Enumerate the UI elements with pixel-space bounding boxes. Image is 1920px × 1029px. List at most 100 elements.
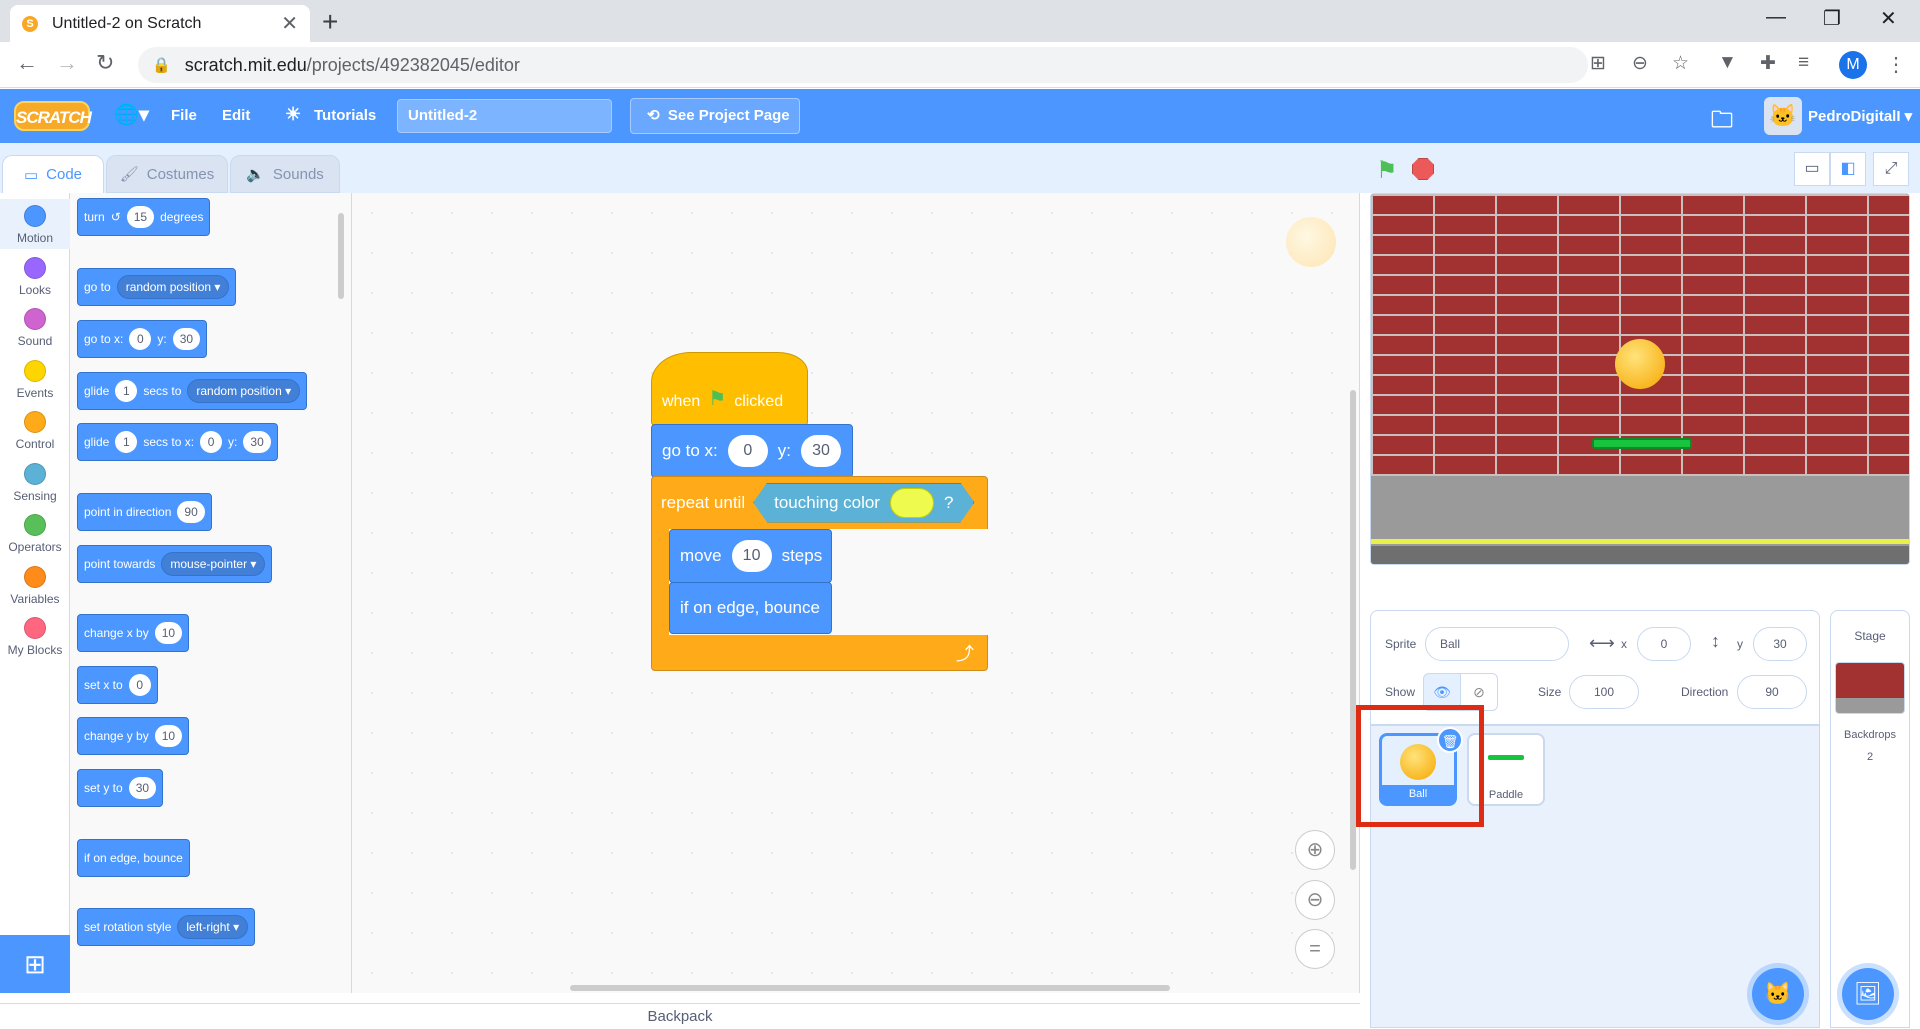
glide-secs-value[interactable]: 1: [115, 380, 138, 402]
point-dir-value[interactable]: 90: [177, 501, 205, 523]
y-input[interactable]: 30: [1753, 627, 1807, 661]
zoom-out-button[interactable]: ⊖: [1295, 880, 1335, 920]
project-title-input[interactable]: Untitled-2: [397, 99, 612, 133]
maximize-icon[interactable]: ❐: [1823, 6, 1841, 31]
palette-block-change-x[interactable]: change x by 10: [77, 614, 190, 652]
sprite-name-input[interactable]: Ball: [1425, 627, 1569, 661]
set-y-value[interactable]: 30: [128, 777, 157, 799]
zoom-reset-button[interactable]: =: [1295, 929, 1335, 969]
backdrop-thumbnail[interactable]: [1835, 662, 1905, 714]
url-field[interactable]: 🔒 scratch.mit.edu/projects/492382045/edi…: [138, 47, 1588, 83]
reload-icon[interactable]: ↻: [96, 50, 114, 76]
username-menu[interactable]: PedroDigitalI ▾: [1808, 107, 1912, 125]
set-x-value[interactable]: 0: [128, 674, 151, 696]
close-tab-icon[interactable]: ✕: [281, 11, 298, 36]
new-tab-icon[interactable]: +: [322, 6, 338, 38]
back-icon[interactable]: ←: [16, 50, 38, 76]
edit-menu[interactable]: Edit: [222, 107, 250, 124]
palette-block-change-y[interactable]: change y by 10: [77, 717, 190, 755]
paddle-sprite[interactable]: [1592, 438, 1692, 449]
palette-block-rotation-style[interactable]: set rotation style left-right ▾: [77, 908, 256, 946]
tab-costumes[interactable]: 🖌 Costumes: [106, 155, 228, 193]
category-motion[interactable]: Motion: [0, 199, 70, 249]
fullscreen-button[interactable]: ⤢: [1873, 152, 1909, 186]
palette-block-go-to-xy[interactable]: go to x: 0 y: 30: [77, 320, 208, 358]
choose-backdrop-icon[interactable]: 🖼: [1842, 968, 1894, 1020]
palette-block-point-direction[interactable]: point in direction 90: [77, 493, 212, 531]
palette-block-go-to[interactable]: go to random position ▾: [77, 268, 237, 306]
when-flag-clicked-block[interactable]: when ⚑ clicked: [651, 352, 808, 426]
palette-block-set-y[interactable]: set y to 30: [77, 769, 164, 807]
rotation-dropdown[interactable]: left-right ▾: [177, 915, 249, 939]
x-input[interactable]: 0: [1637, 627, 1691, 661]
palette-block-glide-xy[interactable]: glide 1 secs to x: 0 y: 30: [77, 423, 278, 461]
touching-color-block[interactable]: touching color ?: [753, 483, 974, 523]
category-my-blocks[interactable]: My Blocks: [0, 611, 70, 661]
script-move-value[interactable]: 10: [731, 540, 772, 572]
extensions-puzzle-icon[interactable]: ✚: [1760, 52, 1776, 75]
change-y-value[interactable]: 10: [154, 725, 183, 747]
glide-y-value[interactable]: 30: [243, 431, 271, 453]
close-window-icon[interactable]: ✕: [1880, 6, 1897, 31]
glide-x-value[interactable]: 0: [200, 431, 223, 453]
gotoxy-x-value[interactable]: 0: [129, 328, 152, 350]
ball-sprite[interactable]: [1615, 339, 1665, 389]
glide-target-dropdown[interactable]: random position ▾: [187, 379, 301, 403]
choose-sprite-cat-icon[interactable]: 🐱: [1752, 968, 1804, 1020]
media-icon[interactable]: ≡: [1798, 52, 1809, 74]
profile-avatar[interactable]: M: [1839, 51, 1867, 79]
language-globe-icon[interactable]: 🌐▾: [114, 102, 149, 127]
edge-bounce-block[interactable]: if on edge, bounce: [669, 582, 832, 634]
bookmark-star-icon[interactable]: ☆: [1672, 52, 1689, 75]
browser-menu-icon[interactable]: ⋮: [1886, 52, 1906, 77]
extension-v-icon[interactable]: ▼: [1718, 52, 1737, 74]
translate-icon[interactable]: ⊞: [1590, 52, 1606, 75]
minimize-icon[interactable]: —: [1766, 6, 1786, 29]
see-project-page-button[interactable]: ⟲ See Project Page: [630, 98, 800, 134]
zoom-in-button[interactable]: ⊕: [1295, 830, 1335, 870]
tutorials-menu[interactable]: Tutorials: [314, 107, 376, 124]
category-events[interactable]: Events: [0, 354, 70, 404]
palette-block-turn[interactable]: turn ↺ 15 degrees: [77, 198, 211, 236]
point-towards-dropdown[interactable]: mouse-pointer ▾: [161, 552, 266, 576]
go-to-xy-block[interactable]: go to x: 0 y: 30: [651, 424, 853, 478]
glide2-secs-value[interactable]: 1: [115, 431, 138, 453]
backpack-bar[interactable]: Backpack: [0, 1003, 1360, 1028]
move-steps-block[interactable]: move 10 steps: [669, 529, 832, 583]
turn-value[interactable]: 15: [126, 206, 155, 228]
category-variables[interactable]: Variables: [0, 560, 70, 610]
palette-block-glide-to[interactable]: glide 1 secs to random position ▾: [77, 372, 308, 410]
palette-block-set-x[interactable]: set x to 0: [77, 666, 158, 704]
gotoxy-y-value[interactable]: 30: [172, 328, 201, 350]
script-goto-x-value[interactable]: 0: [727, 435, 768, 467]
stop-button[interactable]: [1412, 158, 1434, 180]
small-stage-button[interactable]: ▭: [1794, 152, 1830, 186]
palette-block-edge-bounce[interactable]: if on edge, bounce: [77, 839, 190, 877]
scratch-logo[interactable]: SCRATCH: [14, 101, 92, 131]
script-goto-y-value[interactable]: 30: [801, 435, 841, 467]
file-menu[interactable]: File: [171, 107, 197, 124]
tab-code[interactable]: ▭ Code: [2, 155, 104, 193]
normal-stage-button[interactable]: ◧: [1830, 152, 1866, 186]
forward-icon[interactable]: →: [56, 50, 78, 76]
direction-input[interactable]: 90: [1737, 675, 1807, 709]
my-stuff-folder-icon[interactable]: 🗀: [1711, 103, 1733, 141]
category-sound[interactable]: Sound: [0, 302, 70, 352]
category-operators[interactable]: Operators: [0, 508, 70, 558]
change-x-value[interactable]: 10: [154, 622, 183, 644]
green-flag-button[interactable]: ⚑: [1376, 156, 1398, 185]
goto-target-dropdown[interactable]: random position ▾: [116, 275, 230, 299]
category-control[interactable]: Control: [0, 405, 70, 455]
palette-block-point-towards[interactable]: point towards mouse-pointer ▾: [77, 545, 273, 583]
category-sensing[interactable]: Sensing: [0, 457, 70, 507]
tab-sounds[interactable]: 🔈 Sounds: [230, 155, 340, 193]
category-looks[interactable]: Looks: [0, 251, 70, 301]
size-input[interactable]: 100: [1569, 675, 1639, 709]
workspace-horizontal-scrollbar[interactable]: [570, 985, 1170, 991]
user-avatar[interactable]: 🐱: [1764, 97, 1802, 135]
palette-scrollbar[interactable]: [338, 213, 344, 299]
zoom-icon[interactable]: ⊖: [1632, 52, 1648, 75]
add-extension-button[interactable]: ⊞: [0, 935, 70, 993]
color-picker-swatch[interactable]: [890, 488, 934, 518]
browser-tab[interactable]: S Untitled-2 on Scratch ✕: [10, 5, 310, 42]
